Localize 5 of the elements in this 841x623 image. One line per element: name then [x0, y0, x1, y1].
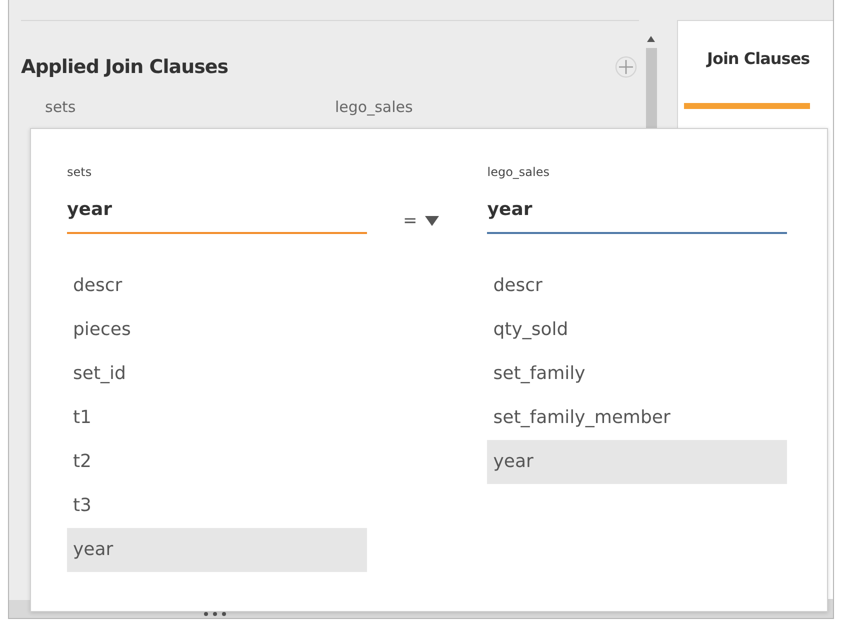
panel-heading: Applied Join Clauses [21, 56, 228, 78]
table-label: lego_sales [487, 165, 550, 179]
column-label: lego_sales [335, 98, 414, 116]
table-label: sets [67, 165, 92, 179]
column-label: sets [45, 98, 77, 116]
